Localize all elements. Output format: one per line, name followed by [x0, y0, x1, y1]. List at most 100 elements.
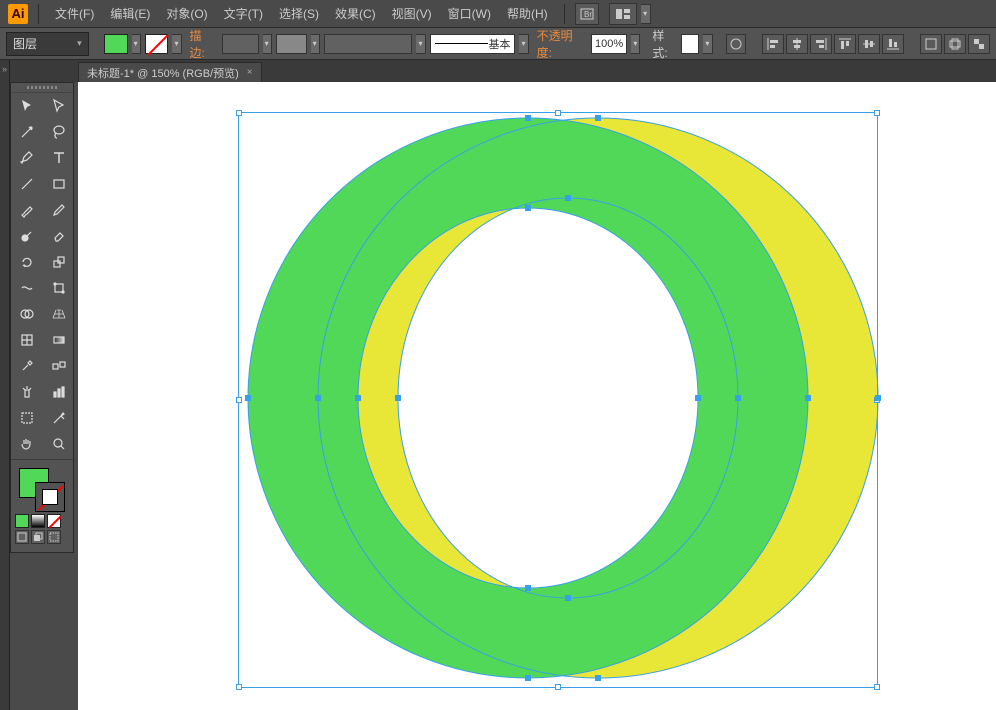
variable-width-dropdown[interactable]: ▾ [416, 34, 425, 54]
recolor-artwork-button[interactable] [726, 34, 746, 54]
panel-grip-icon[interactable] [11, 83, 73, 93]
handle-sw[interactable] [236, 684, 242, 690]
anchor-point[interactable] [525, 115, 531, 121]
menu-file[interactable]: 文件(F) [49, 2, 100, 25]
shape-builder-tool[interactable] [11, 301, 43, 327]
symbol-sprayer-tool[interactable] [11, 379, 43, 405]
anchor-point[interactable] [595, 675, 601, 681]
transform-shape-button[interactable] [920, 34, 942, 54]
line-segment-tool[interactable] [11, 171, 43, 197]
menu-type[interactable]: 文字(T) [218, 2, 269, 25]
selection-bounding-box[interactable] [238, 112, 878, 688]
canvas[interactable] [78, 82, 996, 710]
stroke-color-dropdown[interactable]: ▾ [311, 34, 320, 54]
fill-swatch[interactable] [104, 34, 128, 54]
slice-tool[interactable] [43, 405, 75, 431]
eraser-tool[interactable] [43, 223, 75, 249]
draw-behind-icon[interactable] [31, 530, 45, 544]
blend-tool[interactable] [43, 353, 75, 379]
draw-normal-icon[interactable] [15, 530, 29, 544]
anchor-point[interactable] [245, 395, 251, 401]
anchor-point[interactable] [525, 675, 531, 681]
fill-stroke-indicator[interactable] [17, 466, 67, 510]
rotate-tool[interactable] [11, 249, 43, 275]
graphic-style-dropdown[interactable]: ▾ [703, 34, 712, 54]
free-transform-tool[interactable] [43, 275, 75, 301]
graphic-style-swatch[interactable] [681, 34, 699, 54]
handle-se[interactable] [874, 684, 880, 690]
align-vcenter-button[interactable] [858, 34, 880, 54]
menu-select[interactable]: 选择(S) [273, 2, 325, 25]
handle-nw[interactable] [236, 110, 242, 116]
anchor-point[interactable] [805, 395, 811, 401]
perspective-grid-tool[interactable] [43, 301, 75, 327]
close-tab-icon[interactable]: × [247, 67, 253, 78]
paintbrush-tool[interactable] [11, 197, 43, 223]
menu-help[interactable]: 帮助(H) [501, 2, 554, 25]
artboard-tool[interactable] [11, 405, 43, 431]
expand-dock-icon[interactable]: » [2, 64, 7, 74]
hand-tool[interactable] [11, 431, 43, 457]
align-bottom-button[interactable] [882, 34, 904, 54]
menu-effect[interactable]: 效果(C) [329, 2, 382, 25]
align-top-button[interactable] [834, 34, 856, 54]
anchor-point[interactable] [525, 205, 531, 211]
handle-w[interactable] [236, 397, 242, 403]
menu-window[interactable]: 窗口(W) [442, 2, 497, 25]
opacity-dropdown[interactable]: ▾ [631, 34, 640, 54]
stroke-swatch[interactable] [145, 34, 169, 54]
zoom-tool[interactable] [43, 431, 75, 457]
anchor-point[interactable] [525, 585, 531, 591]
anchor-point[interactable] [315, 395, 321, 401]
arrange-dropdown[interactable]: ▾ [641, 4, 651, 24]
isolate-button[interactable] [944, 34, 966, 54]
blob-brush-tool[interactable] [11, 223, 43, 249]
magic-wand-tool[interactable] [11, 119, 43, 145]
brush-definition[interactable]: 基本 [430, 34, 516, 54]
handle-ne[interactable] [874, 110, 880, 116]
layers-panel-tab[interactable]: 图层 ▾ [6, 32, 89, 56]
menu-edit[interactable]: 编辑(E) [104, 2, 156, 25]
anchor-point[interactable] [735, 395, 741, 401]
stroke-weight-dropdown[interactable]: ▾ [263, 34, 272, 54]
brush-dropdown[interactable]: ▾ [519, 34, 528, 54]
stroke-color-box[interactable] [276, 34, 307, 54]
direct-selection-tool[interactable] [43, 93, 75, 119]
menu-view[interactable]: 视图(V) [386, 2, 438, 25]
selection-tool[interactable] [11, 93, 43, 119]
transform-panel-button[interactable] [968, 34, 990, 54]
opacity-input[interactable]: 100% [591, 34, 627, 54]
anchor-point[interactable] [695, 395, 701, 401]
menu-object[interactable]: 对象(O) [160, 2, 213, 25]
column-graph-tool[interactable] [43, 379, 75, 405]
width-tool[interactable] [11, 275, 43, 301]
lasso-tool[interactable] [43, 119, 75, 145]
handle-n[interactable] [555, 110, 561, 116]
pen-tool[interactable] [11, 145, 43, 171]
align-right-button[interactable] [810, 34, 832, 54]
anchor-point[interactable] [595, 115, 601, 121]
none-color-icon[interactable] [47, 514, 61, 528]
gradient-color-icon[interactable] [31, 514, 45, 528]
type-tool[interactable] [43, 145, 75, 171]
fill-swatch-dropdown[interactable]: ▾ [132, 34, 141, 54]
anchor-point[interactable] [875, 395, 881, 401]
stroke-weight-input[interactable] [222, 34, 258, 54]
draw-inside-icon[interactable] [47, 530, 61, 544]
gradient-tool[interactable] [43, 327, 75, 353]
mesh-tool[interactable] [11, 327, 43, 353]
anchor-point[interactable] [565, 195, 571, 201]
pencil-tool[interactable] [43, 197, 75, 223]
anchor-point[interactable] [355, 395, 361, 401]
rectangle-tool[interactable] [43, 171, 75, 197]
eyedropper-tool[interactable] [11, 353, 43, 379]
variable-width-profile[interactable] [324, 34, 413, 54]
anchor-point[interactable] [565, 595, 571, 601]
stroke-color-icon[interactable] [35, 482, 65, 512]
align-hcenter-button[interactable] [786, 34, 808, 54]
arrange-documents-button[interactable] [609, 3, 637, 25]
scale-tool[interactable] [43, 249, 75, 275]
document-tab[interactable]: 未标题-1* @ 150% (RGB/预览) × [78, 62, 262, 82]
align-left-button[interactable] [762, 34, 784, 54]
handle-s[interactable] [555, 684, 561, 690]
